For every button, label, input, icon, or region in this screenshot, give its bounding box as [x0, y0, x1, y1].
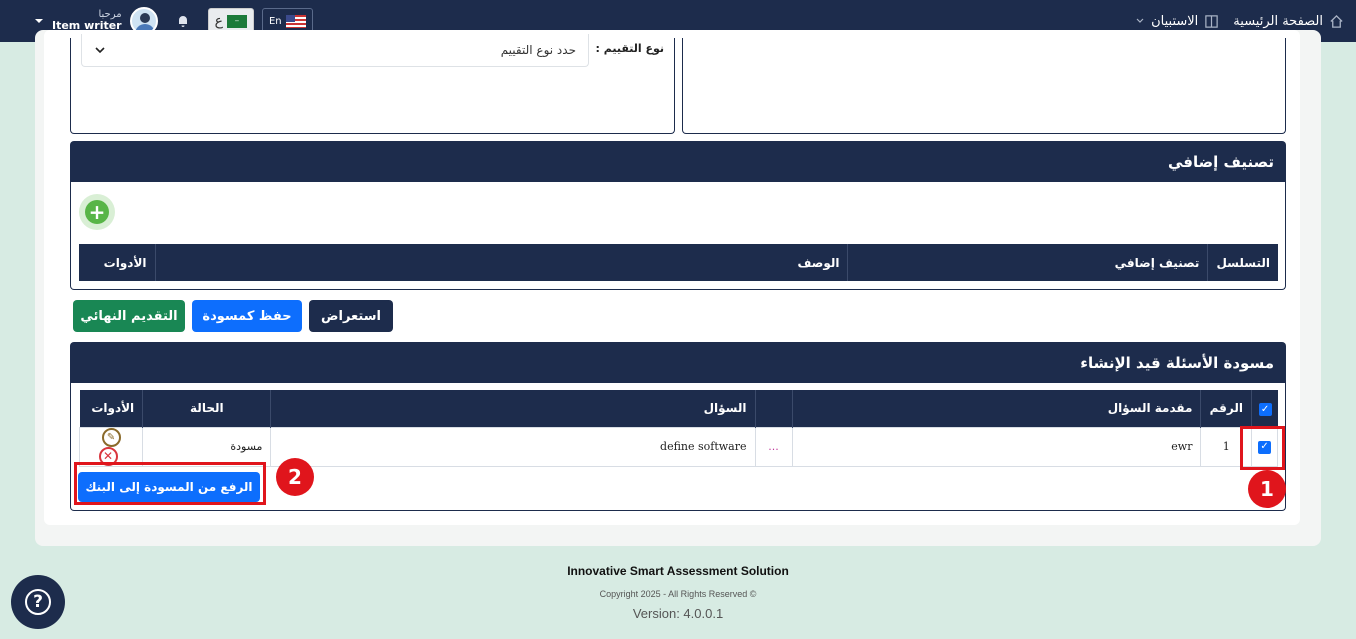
step-badge-1-text: 1 — [1260, 477, 1274, 501]
final-submit-label: التقديم النهائي — [80, 308, 178, 324]
drafts-header: مسودة الأسئلة قيد الإنشاء — [70, 342, 1286, 383]
col-tools: الأدوات — [79, 390, 143, 427]
nav-survey[interactable]: الاستبيان — [1131, 14, 1223, 29]
table-row: ✓ 1 ewr ... define software مسودة ✎ ✕ — [78, 426, 1279, 467]
step-badge-1: 1 — [1248, 470, 1286, 508]
col-status: الحالة — [142, 390, 271, 427]
highlight-checkbox — [1240, 426, 1285, 470]
preview-label: استعراض — [321, 308, 381, 324]
footer-title: Innovative Smart Assessment Solution — [567, 564, 789, 578]
us-flag-icon — [285, 14, 306, 28]
save-draft-button[interactable]: حفظ كمسودة — [192, 300, 302, 332]
add-classification-button[interactable]: + — [79, 194, 115, 230]
extra-classification-body: + التسلسل تصنيف إضافي الوصف الأدوات — [70, 182, 1286, 290]
plus-icon: + — [85, 200, 109, 224]
col-more — [754, 390, 793, 427]
col-extra-classification: تصنيف إضافي — [847, 244, 1208, 281]
assessment-select-value: حدد نوع التقييم — [500, 43, 576, 57]
col-description: الوصف — [154, 244, 848, 281]
help-button[interactable]: ? — [11, 575, 65, 629]
footer-copyright: Copyright 2025 - All Rights Reserved © — [599, 589, 757, 599]
col-number: الرقم — [1200, 390, 1252, 427]
chevron-down-icon — [1136, 18, 1144, 23]
question-icon: ? — [25, 589, 51, 615]
col-select-all: ✓ — [1250, 390, 1278, 427]
row-tools: ✎ ✕ — [78, 426, 144, 467]
drafts-table: ✓ الرقم مقدمة السؤال السؤال الحالة الأدو… — [78, 390, 1279, 467]
step-badge-2: 2 — [276, 458, 314, 496]
chevron-down-icon — [95, 47, 105, 54]
nav-home-label: الصفحة الرئيسية — [1233, 13, 1323, 29]
final-submit-button[interactable]: التقديم النهائي — [73, 300, 185, 332]
right-top-panel — [682, 38, 1286, 134]
save-draft-label: حفظ كمسودة — [202, 308, 292, 324]
drafts-title: مسودة الأسئلة قيد الإنشاء — [1080, 353, 1274, 372]
extra-classification-title: تصنيف إضافي — [1167, 152, 1274, 171]
row-more[interactable]: ... — [754, 426, 793, 467]
bell-icon[interactable] — [176, 14, 190, 28]
caret-down-icon[interactable] — [34, 16, 44, 26]
extra-classification-header: تصنيف إضافي — [70, 141, 1286, 182]
nav-home[interactable]: الصفحة الرئيسية — [1229, 14, 1348, 29]
edit-icon[interactable]: ✎ — [101, 427, 121, 447]
book-icon — [1205, 14, 1219, 28]
col-tools: الأدوات — [79, 244, 156, 281]
home-icon — [1330, 14, 1343, 28]
extra-classification-table: التسلسل تصنيف إضافي الوصف الأدوات — [79, 244, 1278, 281]
assessment-panel: نوع التقييم : حدد نوع التقييم — [70, 34, 675, 134]
highlight-upload-button — [74, 462, 266, 505]
assessment-type-label: نوع التقييم : — [595, 42, 664, 55]
lang-en-label: En — [268, 15, 282, 27]
assessment-type-select[interactable]: حدد نوع التقييم — [81, 34, 589, 67]
col-sequence: التسلسل — [1207, 244, 1278, 281]
saudi-flag-icon: ─ — [226, 14, 247, 28]
footer-version: Version: 4.0.0.1 — [632, 606, 724, 621]
step-badge-2-text: 2 — [288, 465, 302, 489]
row-status: مسودة — [142, 426, 272, 467]
row-intro: ewr — [791, 426, 1202, 467]
lang-ar-label: ع — [214, 13, 223, 29]
select-all-checkbox[interactable]: ✓ — [1258, 403, 1272, 416]
col-question: السؤال — [270, 390, 756, 427]
nav-survey-label: الاستبيان — [1151, 13, 1199, 29]
preview-button[interactable]: استعراض — [309, 300, 393, 332]
col-intro: مقدمة السؤال — [791, 390, 1201, 427]
row-question: define software — [270, 426, 756, 467]
